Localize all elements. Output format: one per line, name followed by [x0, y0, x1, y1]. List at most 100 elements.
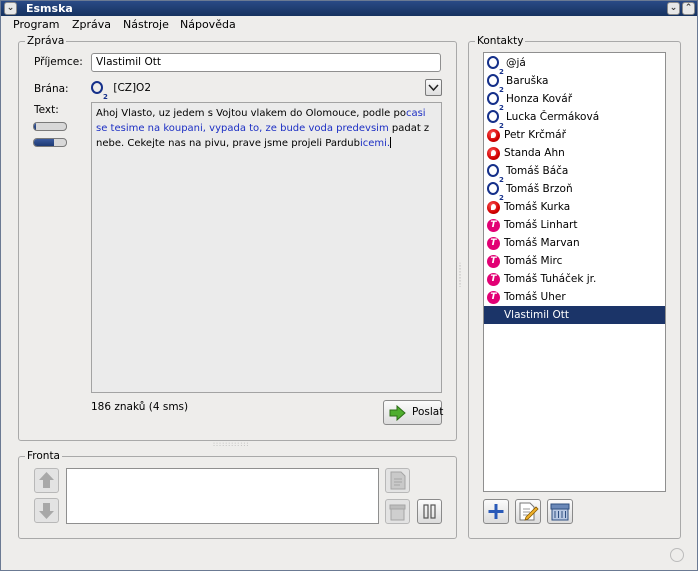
- contact-item[interactable]: 2 Tomáš Brzoň: [484, 180, 665, 202]
- o2-logo-icon: 2: [487, 163, 504, 184]
- main-window: ⌄ Esmska ⌄ ⌃ Program Zpráva Nástroje Náp…: [0, 0, 698, 571]
- contact-name: Tomáš Linhart: [504, 219, 578, 231]
- o2-logo-icon: 2: [487, 181, 504, 202]
- contact-item[interactable]: 2 Lucka Čermáková: [484, 108, 665, 130]
- menu-program[interactable]: Program: [13, 18, 59, 31]
- contact-name: Petr Krčmář: [504, 129, 566, 141]
- recipient-label: Příjemce:: [34, 56, 83, 68]
- window-title: Esmska: [26, 2, 73, 15]
- contact-name: Tomáš Kurka: [504, 201, 571, 213]
- add-contact-button[interactable]: [483, 499, 509, 524]
- contact-name: Vlastimil Ott: [504, 309, 569, 321]
- arrow-right-icon: [389, 405, 406, 421]
- horizontal-splitter[interactable]: ::::::::::::: [213, 441, 249, 448]
- vertical-splitter[interactable]: ::::::::: [459, 262, 463, 289]
- queue-group-label: Fronta: [25, 450, 62, 462]
- maximize-icon[interactable]: ⌃: [682, 2, 695, 15]
- contact-name: Tomáš Uher: [504, 291, 566, 303]
- tmobile-logo-icon: T: [487, 236, 500, 250]
- menu-nastroje[interactable]: Nástroje: [123, 18, 169, 31]
- o2-logo-icon: 2: [487, 91, 504, 112]
- contact-item[interactable]: Standa Ahn: [484, 144, 665, 162]
- contact-name: @já: [506, 57, 526, 69]
- sms-count-progress: [33, 122, 67, 131]
- title-bar[interactable]: ⌄ Esmska ⌄ ⌃: [1, 1, 697, 16]
- edit-contact-button[interactable]: [515, 499, 541, 524]
- window-menu-icon[interactable]: ⌄: [4, 2, 17, 15]
- resize-grip[interactable]: [670, 548, 684, 562]
- contact-name: Tomáš Brzoň: [506, 183, 573, 195]
- char-count-progress: [33, 138, 67, 147]
- contact-item[interactable]: T Tomáš Marvan: [484, 234, 665, 252]
- contacts-group-label: Kontakty: [475, 35, 526, 47]
- send-button-label: Poslat: [412, 406, 444, 418]
- vodafone-logo-icon: [487, 200, 500, 214]
- o2-logo-icon: 2: [487, 109, 504, 130]
- text-label: Text:: [34, 104, 59, 116]
- contact-item[interactable]: T Tomáš Uher: [484, 288, 665, 306]
- contacts-list[interactable]: 2 @já 2 Baruška 2 Honza Kovář 2 Lucka Čermáková…: [483, 52, 666, 492]
- send-button[interactable]: Poslat: [383, 400, 444, 425]
- plus-icon: [488, 504, 504, 519]
- edit-document-icon: [390, 471, 406, 490]
- tmobile-logo-icon: T: [487, 290, 500, 304]
- contact-item[interactable]: 2 Tomáš Báča: [484, 162, 665, 184]
- arrow-up-icon: [39, 472, 54, 488]
- gateway-select[interactable]: 2 [CZ]O2: [91, 79, 421, 101]
- char-count-label: 186 znaků (4 sms): [91, 401, 189, 413]
- contact-item[interactable]: 2 @já: [484, 54, 665, 76]
- trash-icon: [389, 504, 406, 521]
- queue-list[interactable]: [66, 468, 379, 524]
- contact-name: Tomáš Báča: [506, 165, 569, 177]
- recipient-input[interactable]: Vlastimil Ott: [91, 53, 441, 72]
- move-down-button[interactable]: [34, 498, 59, 523]
- menu-bar: Program Zpráva Nástroje Nápověda: [1, 16, 697, 35]
- menu-napoveda[interactable]: Nápověda: [180, 18, 236, 31]
- contact-name: Tomáš Marvan: [504, 237, 580, 249]
- gateway-value: [CZ]O2: [113, 82, 152, 94]
- arrow-down-icon: [39, 503, 54, 519]
- message-text-area[interactable]: Ahoj Vlasto, uz jedem s Vojtou vlakem do…: [91, 102, 442, 393]
- contact-item[interactable]: Petr Krčmář: [484, 126, 665, 144]
- delete-contact-button[interactable]: [547, 499, 573, 524]
- sms-count-progress-fill: [34, 123, 36, 130]
- text-normal-1: Ahoj Vlasto, uz jedem s Vojtou vlakem do…: [96, 108, 406, 119]
- menu-zprava[interactable]: Zpráva: [72, 18, 111, 31]
- trash-icon: [550, 503, 570, 521]
- contact-item[interactable]: TVlastimil Ott: [484, 306, 665, 324]
- contact-item[interactable]: 2 Honza Kovář: [484, 90, 665, 112]
- contact-name: Lucka Čermáková: [506, 111, 600, 123]
- gateway-label: Brána:: [34, 83, 69, 95]
- delete-queue-button[interactable]: [385, 499, 410, 524]
- o2-logo-icon: 2: [487, 73, 504, 94]
- contact-name: Tomáš Tuháček jr.: [504, 273, 597, 285]
- contact-item[interactable]: Tomáš Kurka: [484, 198, 665, 216]
- pause-icon: [423, 504, 436, 519]
- chevron-down-icon: [428, 84, 439, 92]
- contact-item[interactable]: T Tomáš Linhart: [484, 216, 665, 234]
- move-up-button[interactable]: [34, 468, 59, 493]
- contact-name: Standa Ahn: [504, 147, 565, 159]
- o2-logo-icon: 2: [91, 80, 108, 101]
- contact-item[interactable]: T Tomáš Mirc: [484, 252, 665, 270]
- contact-name: Baruška: [506, 75, 549, 87]
- contact-item[interactable]: T Tomáš Tuháček jr.: [484, 270, 665, 288]
- edit-pencil-icon: [519, 502, 539, 521]
- tmobile-logo-icon: T: [487, 254, 500, 268]
- gateway-dropdown-button[interactable]: [425, 79, 442, 96]
- text-caret: [390, 137, 392, 148]
- o2-logo-icon: 2: [487, 55, 504, 76]
- tmobile-logo-icon: T: [487, 272, 500, 286]
- message-group-label: Zpráva: [25, 35, 67, 47]
- edit-queue-button[interactable]: [385, 468, 410, 493]
- char-count-progress-fill: [34, 139, 54, 146]
- tmobile-logo-icon: T: [487, 218, 500, 232]
- vodafone-logo-icon: [487, 128, 500, 142]
- contact-name: Honza Kovář: [506, 93, 573, 105]
- contact-item[interactable]: 2 Baruška: [484, 72, 665, 94]
- vodafone-logo-icon: [487, 146, 500, 160]
- contact-name: Tomáš Mirc: [504, 255, 563, 267]
- minimize-icon[interactable]: ⌄: [667, 2, 680, 15]
- text-highlight-2: icemi.: [359, 138, 391, 149]
- pause-queue-button[interactable]: [417, 499, 442, 524]
